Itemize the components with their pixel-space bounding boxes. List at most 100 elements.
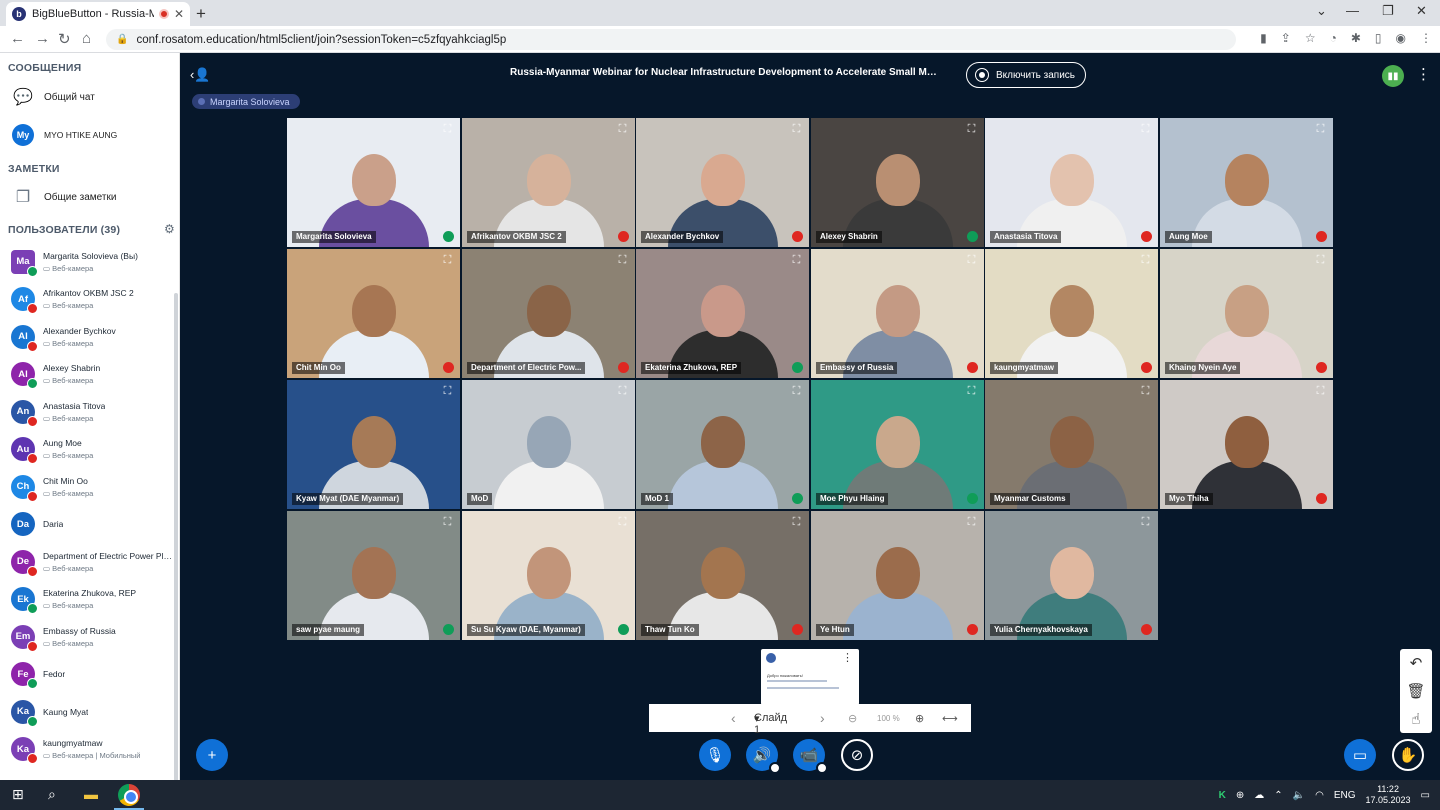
kaspersky-icon[interactable]: K <box>1219 790 1226 801</box>
user-list-item[interactable]: Ek Ekaterina Zhukova, REP ▭ Веб-камера <box>0 581 178 619</box>
fullscreen-icon[interactable]: ⛶ <box>789 123 804 136</box>
fullscreen-icon[interactable]: ⛶ <box>440 123 455 136</box>
toggle-userlist-icon[interactable]: ‹👤 <box>190 67 211 83</box>
user-list-item[interactable]: Ka kaungmyatmaw ▭ Веб-камера | Мобильный <box>0 731 178 769</box>
fullscreen-icon[interactable]: ⛶ <box>1138 123 1153 136</box>
options-menu-icon[interactable]: ⋮ <box>1416 65 1431 83</box>
video-tile[interactable]: ⛶ Aung Moe <box>1160 118 1333 247</box>
participant-name[interactable]: Margarita Solovieva <box>292 231 376 243</box>
video-tile[interactable]: ⛶ Afrikantov OKBM JSC 2 <box>462 118 635 247</box>
video-tile[interactable]: ⛶ Alexander Bychkov <box>636 118 809 247</box>
chevron-up-icon[interactable]: ⌃ <box>1274 790 1282 801</box>
participant-name[interactable]: Chit Min Oo <box>292 362 345 374</box>
record-button[interactable]: Включить запись <box>966 62 1086 88</box>
participant-name[interactable]: Department of Electric Pow... <box>467 362 586 374</box>
audio-button[interactable]: 🔊 <box>746 739 781 774</box>
fullscreen-icon[interactable]: ⛶ <box>440 516 455 529</box>
shared-notes-item[interactable]: ❐ Общие заметки <box>0 184 178 210</box>
participant-name[interactable]: Alexey Shabrin <box>816 231 882 243</box>
zoom-out-icon[interactable]: ⊖ <box>848 712 857 725</box>
video-tile[interactable]: ⛶ Department of Electric Pow... <box>462 249 635 378</box>
participant-name[interactable]: Anastasia Titova <box>990 231 1062 243</box>
chevron-down-icon[interactable]: ⌄ <box>1316 3 1327 19</box>
volume-icon[interactable]: 🔈 <box>1293 790 1305 801</box>
video-tile[interactable]: ⛶ Myo Thiha <box>1160 380 1333 509</box>
participant-name[interactable]: Kyaw Myat (DAE Myanmar) <box>292 493 404 505</box>
participant-name[interactable]: Ye Htun <box>816 624 854 636</box>
user-list-item[interactable]: An Anastasia Titova ▭ Веб-камера <box>0 393 178 431</box>
restore-icon[interactable]: ❐ <box>1382 3 1394 19</box>
participant-name[interactable]: Thaw Tun Ko <box>641 624 699 636</box>
user-list-item[interactable]: Ka Kaung Myat <box>0 693 178 731</box>
screen-share-button[interactable]: ⊘ <box>841 739 873 771</box>
reload-icon[interactable]: ↻ <box>58 30 71 48</box>
actions-plus-button[interactable]: + <box>196 739 228 771</box>
chrome-icon[interactable] <box>118 784 140 806</box>
microphone-button[interactable]: 🎙 <box>699 739 731 771</box>
private-chat-item[interactable]: My MYO HTIKE AUNG <box>0 122 178 148</box>
user-list-item[interactable]: Da Daria <box>0 506 178 544</box>
video-tile[interactable]: ⛶ Yulia Chernyakhovskaya <box>985 511 1158 640</box>
video-tile[interactable]: ⛶ Chit Min Oo <box>287 249 460 378</box>
fullscreen-icon[interactable]: ⛶ <box>789 385 804 398</box>
back-icon[interactable]: ← <box>10 30 25 47</box>
video-tile[interactable]: ⛶ Su Su Kyaw (DAE, Myanmar) <box>462 511 635 640</box>
webcam-button[interactable]: 📹 <box>793 739 828 774</box>
new-tab-button[interactable]: + <box>196 4 206 24</box>
participant-name[interactable]: Yulia Chernyakhovskaya <box>990 624 1092 636</box>
video-tile[interactable]: ⛶ Thaw Tun Ko <box>636 511 809 640</box>
fullscreen-icon[interactable]: ⛶ <box>789 516 804 529</box>
fullscreen-icon[interactable]: ⛶ <box>440 254 455 267</box>
video-tile[interactable]: ⛶ saw pyae maung <box>287 511 460 640</box>
fullscreen-icon[interactable]: ⛶ <box>615 123 630 136</box>
url-field[interactable]: 🔒 conf.rosatom.education/html5client/joi… <box>106 29 1236 50</box>
home-icon[interactable]: ⌂ <box>82 30 91 47</box>
close-window-icon[interactable]: ✕ <box>1416 3 1427 19</box>
fullscreen-icon[interactable]: ⛶ <box>615 385 630 398</box>
gear-icon[interactable]: ⚙ <box>164 222 175 236</box>
user-list-item[interactable]: Af Afrikantov OKBM JSC 2 ▭ Веб-камера <box>0 281 178 319</box>
fullscreen-icon[interactable]: ⛶ <box>615 254 630 267</box>
user-list-item[interactable]: Ch Chit Min Oo ▭ Веб-камера <box>0 468 178 506</box>
browser-tab[interactable]: b BigBlueButton - Russia-Myan ✕ <box>6 2 190 26</box>
participant-name[interactable]: saw pyae maung <box>292 624 365 636</box>
participant-name[interactable]: Myanmar Customs <box>990 493 1070 505</box>
participant-name[interactable]: MoD 1 <box>641 493 673 505</box>
video-tile[interactable]: ⛶ MoD <box>462 380 635 509</box>
fullscreen-icon[interactable]: ⛶ <box>964 385 979 398</box>
user-list-item[interactable]: Fe Fedor <box>0 656 178 694</box>
menu-icon[interactable]: ⋮ <box>1420 31 1432 45</box>
scrollbar[interactable] <box>174 293 178 780</box>
close-tab-icon[interactable]: ✕ <box>174 7 184 21</box>
clock[interactable]: 11:22 17.05.2023 <box>1366 784 1411 806</box>
fullscreen-icon[interactable]: ⛶ <box>1138 516 1153 529</box>
video-tile[interactable]: ⛶ Margarita Solovieva <box>287 118 460 247</box>
fullscreen-icon[interactable]: ⛶ <box>964 254 979 267</box>
video-tile[interactable]: ⛶ Ye Htun <box>811 511 984 640</box>
video-tile[interactable]: ⛶ Khaing Nyein Aye <box>1160 249 1333 378</box>
video-tile[interactable]: ⛶ Myanmar Customs <box>985 380 1158 509</box>
fullscreen-icon[interactable]: ⛶ <box>1313 254 1328 267</box>
slide-select[interactable]: Слайд 1 ▾ <box>754 712 787 736</box>
video-tile[interactable]: ⛶ Moe Phyu Hlaing <box>811 380 984 509</box>
participant-name[interactable]: Myo Thiha <box>1165 493 1213 505</box>
user-list-item[interactable]: Al Alexander Bychkov ▭ Веб-камера <box>0 318 178 356</box>
raise-hand-button[interactable]: ✋ <box>1392 739 1424 771</box>
fullscreen-icon[interactable]: ⛶ <box>1313 385 1328 398</box>
participant-name[interactable]: Khaing Nyein Aye <box>1165 362 1241 374</box>
user-list-item[interactable]: De Department of Electric Power Plan... ▭ … <box>0 543 178 581</box>
puzzle-icon[interactable]: ✱ <box>1351 31 1361 45</box>
fullscreen-icon[interactable]: ⛶ <box>964 516 979 529</box>
camera-icon[interactable]: ▮ <box>1260 31 1267 45</box>
wifi-icon[interactable]: ◠ <box>1315 790 1324 801</box>
minimize-icon[interactable]: — <box>1346 3 1359 18</box>
search-icon[interactable]: ⌕ <box>48 786 56 803</box>
participant-name[interactable]: Afrikantov OKBM JSC 2 <box>467 231 566 243</box>
onedrive-icon[interactable]: ☁ <box>1254 790 1264 801</box>
participant-name[interactable]: MoD <box>467 493 493 505</box>
public-chat-item[interactable]: 💬 Общий чат <box>0 84 178 110</box>
participant-name[interactable]: Aung Moe <box>1165 231 1212 243</box>
presentation-thumbnail[interactable]: ⋮ Добро пожаловать! <box>761 649 859 705</box>
talking-indicator[interactable]: Margarita Solovieva <box>192 94 300 109</box>
chevron-up-icon[interactable] <box>816 762 828 774</box>
